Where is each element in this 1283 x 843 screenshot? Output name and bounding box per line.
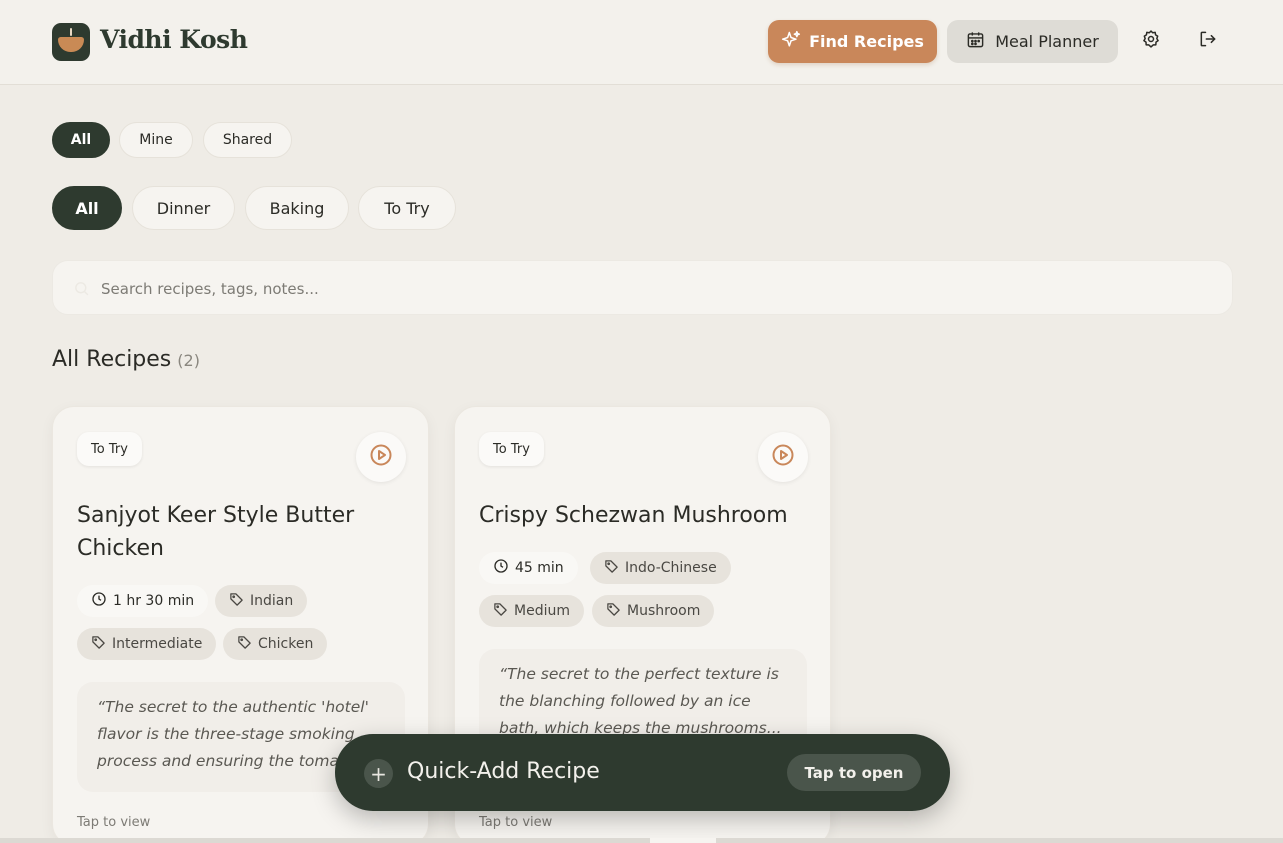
clock-icon [493,558,509,578]
filter-all[interactable]: All [52,122,110,158]
sparkle-icon [781,30,801,54]
tag-chip: Mushroom [592,595,715,627]
horizontal-scrollbar[interactable] [0,838,1283,843]
meal-planner-label: Meal Planner [995,32,1099,51]
collection-all[interactable]: All [52,186,122,230]
section-title: All Recipes (2) [52,347,200,372]
tag-icon [493,602,508,621]
play-icon [771,443,795,471]
plus-icon: + [364,759,393,788]
tag-text: Indian [250,593,294,609]
status-badge: To Try [77,432,142,466]
play-icon [369,443,393,471]
gear-icon [1141,29,1161,53]
collection-to-try-label: To Try [384,198,430,218]
app-title: Vidhi Kosh [100,25,248,54]
collection-all-label: All [75,198,99,218]
tap-to-open-button[interactable]: Tap to open [787,754,921,791]
time-text: 45 min [515,560,564,576]
collection-dinner-label: Dinner [156,198,211,218]
find-recipes-label: Find Recipes [809,32,924,51]
tag-icon [229,592,244,611]
tag-chip: Intermediate [77,628,217,660]
app-logo-icon [52,23,90,61]
time-tag: 1 hr 30 min [77,585,209,617]
app-header: Vidhi Kosh Find Recipes Meal Planner [0,0,1283,85]
clock-icon [91,591,107,611]
search-input[interactable] [101,261,1201,316]
collection-baking-label: Baking [269,198,325,218]
status-badge: To Try [479,432,544,466]
filter-all-label: All [70,132,92,148]
tag-text: Indo-Chinese [625,560,717,576]
tag-chip: Chicken [223,628,328,660]
tag-chip: Medium [479,595,584,627]
filter-mine[interactable]: Mine [119,122,193,158]
collection-to-try[interactable]: To Try [358,186,456,230]
tag-icon [604,559,619,578]
settings-button[interactable] [1138,28,1164,54]
tag-chip: Indo-Chinese [590,552,731,584]
find-recipes-button[interactable]: Find Recipes [768,20,937,63]
time-tag: 45 min [479,552,578,584]
search-bar [52,260,1233,316]
play-video-button[interactable] [356,432,406,482]
tag-text: Chicken [258,636,314,652]
tap-to-view-label: Tap to view [77,815,151,830]
recipe-count: (2) [177,351,200,370]
collection-dinner[interactable]: Dinner [132,186,235,230]
tag-chip: Indian [215,585,308,617]
tag-icon [91,635,106,654]
filter-shared-label: Shared [222,132,273,148]
tag-text: Intermediate [112,636,203,652]
recipe-title: Sanjyot Keer Style Butter Chicken [77,503,355,561]
quick-add-bar[interactable]: + Quick-Add Recipe Tap to open [335,734,950,811]
calendar-icon [966,30,985,53]
search-icon [73,280,90,301]
time-text: 1 hr 30 min [113,593,195,609]
filter-shared[interactable]: Shared [203,122,292,158]
logout-button[interactable] [1195,28,1221,54]
section-title-text: All Recipes [52,347,172,372]
quick-add-label: Quick-Add Recipe [407,759,600,784]
tap-to-view-label: Tap to view [479,815,553,830]
tag-text: Mushroom [627,603,701,619]
filter-mine-label: Mine [139,132,173,148]
play-video-button[interactable] [758,432,808,482]
scrollbar-thumb[interactable] [650,838,716,843]
tag-icon [237,635,252,654]
recipe-title: Crispy Schezwan Mushroom [479,503,788,528]
collection-baking[interactable]: Baking [245,186,349,230]
tag-text: Medium [514,603,570,619]
tag-icon [606,602,621,621]
logout-icon [1198,29,1218,53]
meal-planner-button[interactable]: Meal Planner [947,20,1118,63]
